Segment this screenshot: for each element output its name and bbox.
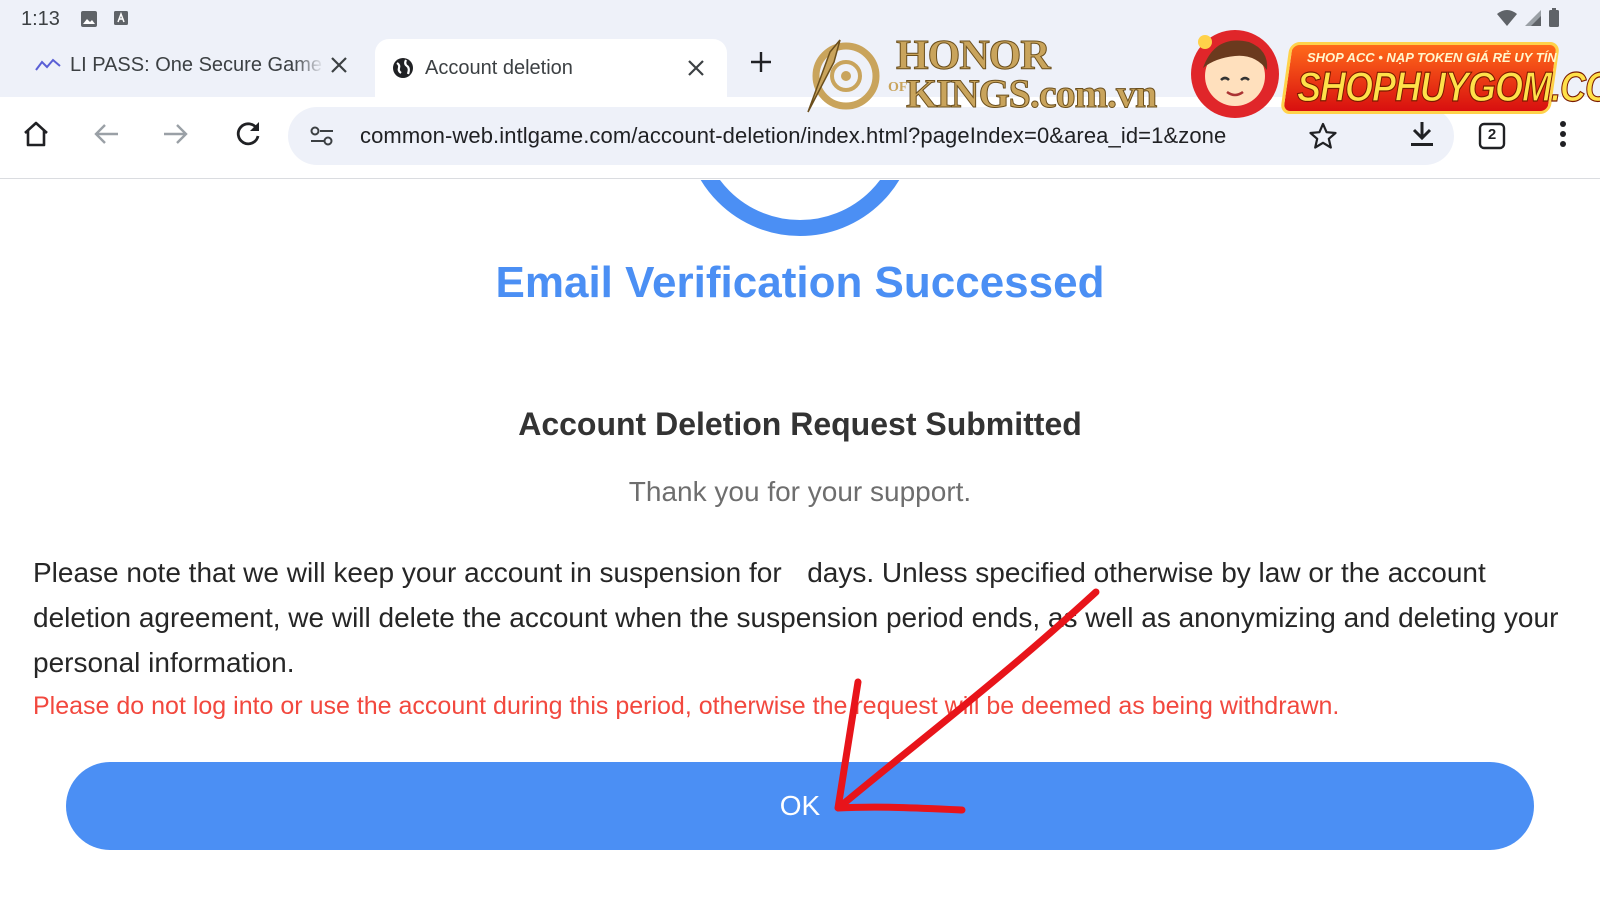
keyboard-icon [113, 10, 129, 31]
of-text: OF [888, 80, 908, 95]
url-text[interactable]: common-web.intlgame.com/account-deletion… [360, 123, 1298, 149]
success-ring-icon [670, 180, 930, 245]
tab-title: Account deletion [425, 56, 573, 79]
ok-button[interactable]: OK [66, 762, 1534, 850]
reload-icon [234, 120, 262, 153]
mascot-icon [1185, 24, 1285, 120]
status-time: 1:13 [21, 8, 60, 30]
tab-lipass[interactable]: LI PASS: One Secure Game Account [20, 40, 370, 90]
page-title: Email Verification Successed [495, 258, 1105, 307]
reload-button[interactable] [228, 116, 268, 156]
back-button[interactable] [86, 116, 126, 156]
forward-button[interactable] [156, 116, 196, 156]
new-tab-button[interactable] [745, 48, 777, 80]
download-button[interactable] [1402, 116, 1442, 156]
home-button[interactable] [16, 116, 56, 156]
honor-of-kings-emblem-icon [800, 32, 892, 116]
thanks-text: Thank you for your support. [628, 476, 972, 507]
kings-domain-text: KINGS.com.vn [905, 71, 1157, 117]
notice-text-start: Please note that we will keep your accou… [33, 557, 790, 588]
more-vert-icon [1559, 120, 1567, 153]
image-icon [80, 10, 98, 33]
home-icon [22, 120, 50, 153]
suspension-notice: Please note that we will keep your accou… [33, 550, 1563, 685]
download-icon [1409, 120, 1435, 153]
tab-count: 2 [1487, 126, 1497, 143]
plus-icon [750, 51, 772, 78]
lipass-favicon-icon [34, 51, 62, 79]
request-submitted-heading: Account Deletion Request Submitted [518, 406, 1082, 442]
globe-icon [389, 54, 417, 82]
site-settings-icon[interactable] [308, 122, 336, 150]
tab-switcher-icon: 2 [1478, 122, 1506, 150]
tab-account-deletion[interactable]: Account deletion [375, 39, 727, 97]
withdrawal-warning: Please do not log into or use the accoun… [33, 692, 1340, 720]
close-icon[interactable] [324, 50, 354, 80]
close-icon[interactable] [681, 53, 711, 83]
menu-button[interactable] [1543, 116, 1583, 156]
tab-title: LI PASS: One Secure Game Account [70, 53, 324, 77]
shop-name: SHOPHUYGOM.COM [1296, 62, 1600, 110]
shophuygom-watermark: SHOP ACC • NẠP TOKEN GIÁ RẺ UY TÍN SHOPH… [1185, 20, 1600, 120]
forward-icon [162, 120, 190, 153]
tab-switcher-button[interactable]: 2 [1472, 116, 1512, 156]
honor-of-kings-watermark: HONOR OF KINGS.com.vn [800, 32, 1180, 117]
back-icon [92, 120, 120, 153]
page-content: Email Verification Successed Account Del… [0, 180, 1600, 900]
star-icon[interactable] [1308, 121, 1338, 151]
